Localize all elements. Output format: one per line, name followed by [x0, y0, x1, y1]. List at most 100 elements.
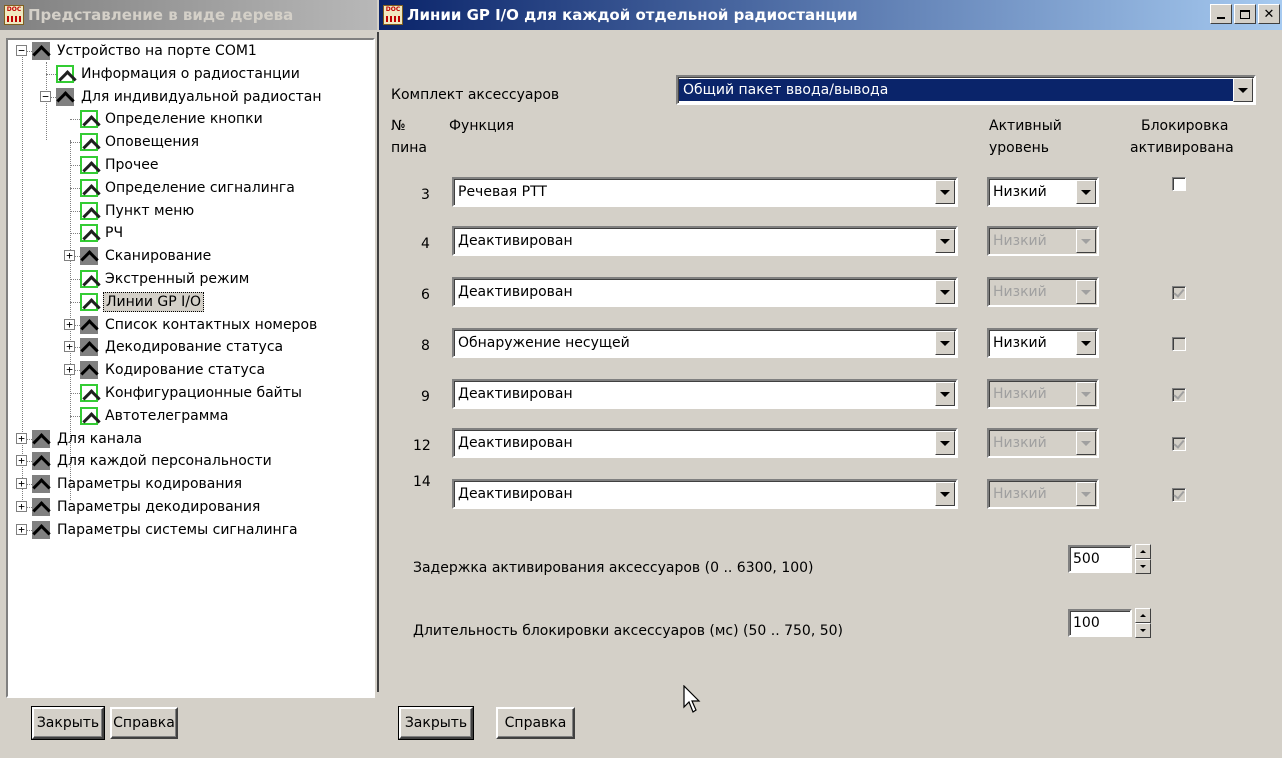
- lock-enabled-checkbox: [1172, 388, 1186, 402]
- tree-item-label: Сканирование: [105, 248, 212, 265]
- chevron-down-icon[interactable]: [935, 331, 955, 355]
- function-select[interactable]: Речевая PTT: [452, 177, 958, 207]
- collapse-icon[interactable]: −: [16, 45, 27, 56]
- chevron-down-icon[interactable]: [935, 280, 955, 304]
- expand-icon[interactable]: +: [64, 250, 75, 262]
- expand-icon[interactable]: +: [64, 341, 75, 353]
- tree-item[interactable]: Оповещения: [80, 131, 201, 153]
- function-select[interactable]: Деактивирован: [452, 226, 958, 256]
- lock-duration-input[interactable]: 100: [1068, 609, 1132, 637]
- active-level-value: Низкий: [993, 233, 1047, 249]
- chevron-down-icon[interactable]: [935, 180, 955, 204]
- maximize-button[interactable]: [1234, 4, 1256, 24]
- tree-item[interactable]: Параметры декодирования: [32, 496, 262, 518]
- tree-item[interactable]: Информация о радиостанции: [56, 63, 302, 85]
- gpio-window: DOC Линии GP I/O для каждой отдельной ра…: [379, 0, 1282, 758]
- expand-icon[interactable]: +: [16, 501, 27, 512]
- chevron-down-icon[interactable]: [935, 482, 955, 506]
- spin-up-icon[interactable]: [1135, 608, 1151, 623]
- collapse-icon[interactable]: −: [40, 90, 51, 102]
- active-level-select[interactable]: Низкий: [987, 177, 1099, 207]
- expand-icon[interactable]: +: [16, 432, 27, 444]
- active-level-select: Низкий: [987, 277, 1099, 307]
- settings-page-icon: [80, 384, 98, 402]
- chevron-down-icon[interactable]: [935, 229, 955, 253]
- function-select[interactable]: Обнаружение несущей: [452, 328, 958, 358]
- expand-icon[interactable]: +: [64, 364, 75, 376]
- tree-item-label: Устройство на порте COM1: [57, 43, 257, 59]
- kit-select-value: Общий пакет ввода/вывода: [679, 79, 1233, 101]
- tree-item[interactable]: РЧ: [80, 222, 125, 244]
- tree-item[interactable]: Определение сигналинга: [80, 177, 297, 199]
- chevron-down-icon[interactable]: [1076, 331, 1096, 355]
- function-select-value: Деактивирован: [458, 233, 573, 249]
- tree-item[interactable]: Кодирование статуса: [80, 359, 267, 381]
- tree-pane-titlebar[interactable]: DOC Представление в виде дерева: [0, 0, 377, 30]
- chevron-down-icon[interactable]: [935, 431, 955, 455]
- chevron-down-icon[interactable]: [935, 382, 955, 406]
- folder-node-icon: [32, 520, 50, 539]
- gpio-close-button[interactable]: Закрыть: [398, 706, 474, 740]
- delay-input[interactable]: 500: [1068, 545, 1132, 573]
- tree-item[interactable]: Определение кнопки: [80, 108, 265, 130]
- gpio-window-titlebar[interactable]: DOC Линии GP I/O для каждой отдельной ра…: [379, 0, 1282, 30]
- delay-spinner[interactable]: [1135, 544, 1151, 574]
- expand-icon[interactable]: +: [16, 455, 27, 467]
- tree-item-label: Параметры кодирования: [57, 476, 243, 493]
- lock-duration-spinner[interactable]: [1135, 608, 1151, 638]
- spin-up-icon[interactable]: [1135, 544, 1151, 559]
- tree-item[interactable]: Для каждой персональности: [32, 450, 274, 472]
- tree-item[interactable]: Автотелеграмма: [80, 405, 230, 427]
- expand-icon[interactable]: +: [16, 523, 27, 535]
- kit-label: Комплект аксессуаров: [391, 87, 560, 103]
- tree-item[interactable]: Список контактных номеров: [80, 314, 319, 336]
- tree-item-label: Прочее: [105, 157, 159, 173]
- col-function-header: Функция: [449, 118, 514, 134]
- function-select[interactable]: Деактивирован: [452, 428, 958, 458]
- settings-page-icon: [80, 201, 98, 220]
- gpio-help-button[interactable]: Справка: [496, 707, 575, 739]
- tree-item-label: Линии GP I/O: [103, 291, 205, 312]
- tree-item-label: Пункт меню: [105, 202, 195, 219]
- chevron-down-icon[interactable]: [1076, 180, 1096, 204]
- tree-item-label: Оповещения: [105, 134, 200, 151]
- close-window-button[interactable]: ✕: [1258, 4, 1280, 24]
- kit-select[interactable]: Общий пакет ввода/вывода: [676, 75, 1256, 105]
- chevron-down-icon[interactable]: [1233, 78, 1253, 102]
- tree-item[interactable]: Экстренный режим: [80, 268, 251, 290]
- settings-page-icon: [80, 406, 98, 425]
- function-select[interactable]: Деактивирован: [452, 479, 958, 509]
- function-select-value: Деактивирован: [458, 435, 573, 451]
- lock-duration-label: Длительность блокировки аксессуаров (мс)…: [413, 623, 844, 639]
- tree-item-label: Для индивидуальной радиостан: [81, 88, 322, 105]
- tree-item-label: Экстренный режим: [105, 271, 250, 287]
- expand-icon[interactable]: +: [16, 478, 27, 490]
- tree-close-button[interactable]: Закрыть: [31, 706, 105, 740]
- spin-down-icon[interactable]: [1135, 559, 1151, 574]
- tree-item[interactable]: Декодирование статуса: [80, 336, 285, 358]
- tree-item[interactable]: Параметры системы сигналинга: [32, 519, 300, 541]
- tree-item[interactable]: Сканирование: [80, 245, 213, 267]
- tree-item[interactable]: Для канала: [32, 428, 144, 450]
- active-level-select[interactable]: Низкий: [987, 328, 1099, 358]
- tree-item[interactable]: Пункт меню: [80, 200, 196, 222]
- lock-enabled-checkbox[interactable]: [1172, 177, 1186, 191]
- spin-down-icon[interactable]: [1135, 623, 1151, 638]
- function-select[interactable]: Деактивирован: [452, 379, 958, 409]
- tree-item[interactable]: Конфигурационные байты: [80, 382, 304, 404]
- function-select[interactable]: Деактивирован: [452, 277, 958, 307]
- tree-item-label: Определение кнопки: [105, 111, 263, 128]
- active-level-value: Низкий: [993, 184, 1047, 200]
- tree-item[interactable]: Прочее: [80, 154, 160, 176]
- tree-help-button[interactable]: Справка: [110, 707, 178, 739]
- pin-number: 12: [413, 438, 431, 454]
- tree-view[interactable]: − Устройство на порте COM1 Информация о ра…: [6, 38, 375, 698]
- tree-item[interactable]: Параметры кодирования: [32, 473, 244, 495]
- folder-node-icon: [32, 498, 50, 516]
- tree-item[interactable]: Для индивидуальной радиостан: [56, 86, 324, 108]
- expand-icon[interactable]: +: [64, 318, 75, 330]
- tree-item-label: Информация о радиостанции: [81, 65, 300, 82]
- minimize-button[interactable]: [1210, 4, 1232, 24]
- tree-item[interactable]: Устройство на порте COM1: [32, 40, 259, 62]
- tree-item[interactable]: Линии GP I/O: [80, 291, 205, 313]
